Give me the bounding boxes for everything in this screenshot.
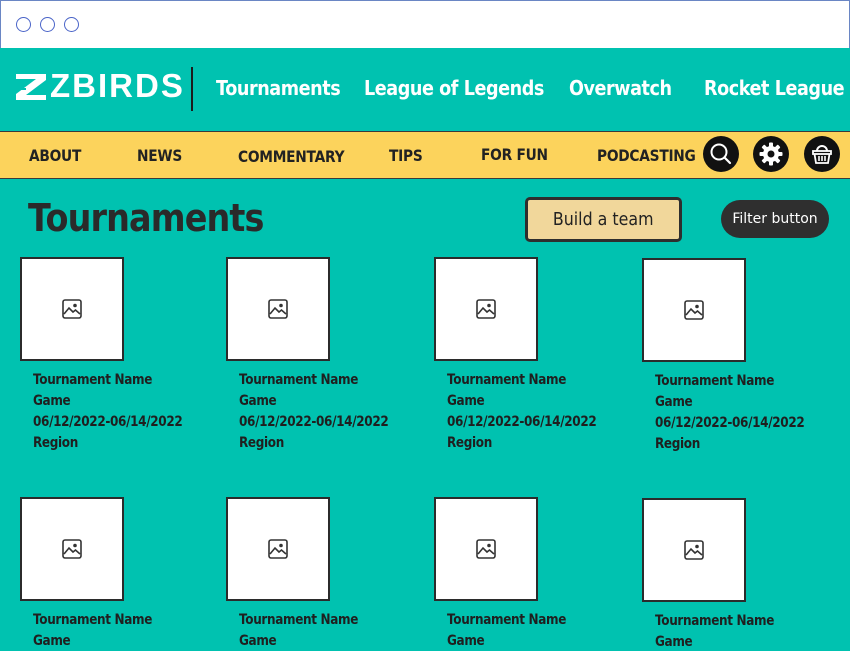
tournament-thumbnail[interactable]: [434, 257, 538, 361]
window-titlebar: [0, 0, 850, 48]
window-close-dot[interactable]: [16, 17, 31, 32]
tournament-game: Game: [239, 633, 277, 649]
tournament-region: Region: [447, 435, 492, 451]
tournament-game: Game: [33, 393, 71, 409]
tournament-name[interactable]: Tournament Name: [33, 610, 188, 631]
image-placeholder-icon: [476, 299, 496, 319]
build-a-team-label: Build a team: [553, 209, 654, 230]
tournament-name[interactable]: Tournament Name: [33, 370, 188, 391]
tournament-name[interactable]: Tournament Name: [239, 610, 394, 631]
sub-nav-commentary[interactable]: COMMENTARY: [238, 147, 345, 166]
sub-nav-about[interactable]: ABOUT: [29, 146, 81, 165]
tournament-game: Game: [447, 633, 485, 649]
tournament-thumbnail[interactable]: [20, 257, 124, 361]
tournament-region: Region: [655, 436, 700, 452]
build-a-team-button[interactable]: Build a team: [525, 197, 682, 242]
top-nav-tournaments[interactable]: Tournaments: [216, 76, 341, 100]
tournament-game: Game: [447, 393, 485, 409]
tournament-region: Region: [33, 435, 78, 451]
sub-nav-news[interactable]: NEWS: [137, 146, 182, 165]
image-placeholder-icon: [684, 540, 704, 560]
sub-nav-podcasting[interactable]: PODCASTING: [597, 146, 696, 165]
tournament-dates: 06/12/2022-06/14/2022: [239, 414, 389, 430]
tournament-name[interactable]: Tournament Name: [655, 371, 810, 392]
tournament-thumbnail[interactable]: [226, 257, 330, 361]
site-header: ZBIRDS Tournaments League of Legends Ove…: [0, 48, 850, 131]
window-minimize-dot[interactable]: [40, 17, 55, 32]
sub-nav-tips[interactable]: TIPS: [389, 146, 423, 165]
top-nav-rocket-league[interactable]: Rocket League: [704, 76, 845, 100]
site-logo[interactable]: ZBIRDS: [14, 66, 185, 106]
search-icon[interactable]: [703, 136, 739, 172]
sub-nav-for-fun[interactable]: FOR FUN: [481, 145, 548, 164]
tournament-thumbnail[interactable]: [20, 497, 124, 601]
tournament-name[interactable]: Tournament Name: [655, 611, 810, 632]
tournament-thumbnail[interactable]: [642, 258, 746, 362]
image-placeholder-icon: [268, 299, 288, 319]
tournament-dates: 06/12/2022-06/14/2022: [447, 414, 597, 430]
gear-icon[interactable]: [753, 136, 789, 172]
tournament-game: Game: [33, 633, 71, 649]
window-maximize-dot[interactable]: [64, 17, 79, 32]
tournament-game: Game: [239, 393, 277, 409]
tournament-game: Game: [655, 394, 693, 410]
top-nav-overwatch[interactable]: Overwatch: [569, 76, 672, 100]
sub-nav-bar: ABOUT NEWS COMMENTARY TIPS FOR FUN PODCA…: [0, 131, 850, 179]
tournament-thumbnail[interactable]: [226, 497, 330, 601]
image-placeholder-icon: [684, 300, 704, 320]
tournament-region: Region: [239, 435, 284, 451]
image-placeholder-icon: [476, 539, 496, 559]
logo-text: ZBIRDS: [50, 67, 185, 104]
tournament-thumbnail[interactable]: [642, 498, 746, 602]
tournament-thumbnail[interactable]: [434, 497, 538, 601]
tournament-name[interactable]: Tournament Name: [239, 370, 394, 391]
image-placeholder-icon: [268, 539, 288, 559]
tournament-dates: 06/12/2022-06/14/2022: [33, 414, 183, 430]
logo-z-icon: [14, 74, 46, 100]
tournament-game: Game: [655, 634, 693, 650]
filter-button[interactable]: Filter button: [721, 200, 829, 238]
image-placeholder-icon: [62, 299, 82, 319]
basket-icon[interactable]: [804, 136, 840, 172]
image-placeholder-icon: [62, 539, 82, 559]
top-nav-league-of-legends[interactable]: League of Legends: [364, 76, 544, 100]
tournament-name[interactable]: Tournament Name: [447, 610, 602, 631]
page-title: Tournaments: [28, 196, 264, 240]
tournament-name[interactable]: Tournament Name: [447, 370, 602, 391]
tournament-dates: 06/12/2022-06/14/2022: [655, 415, 805, 431]
header-divider: [191, 67, 193, 111]
